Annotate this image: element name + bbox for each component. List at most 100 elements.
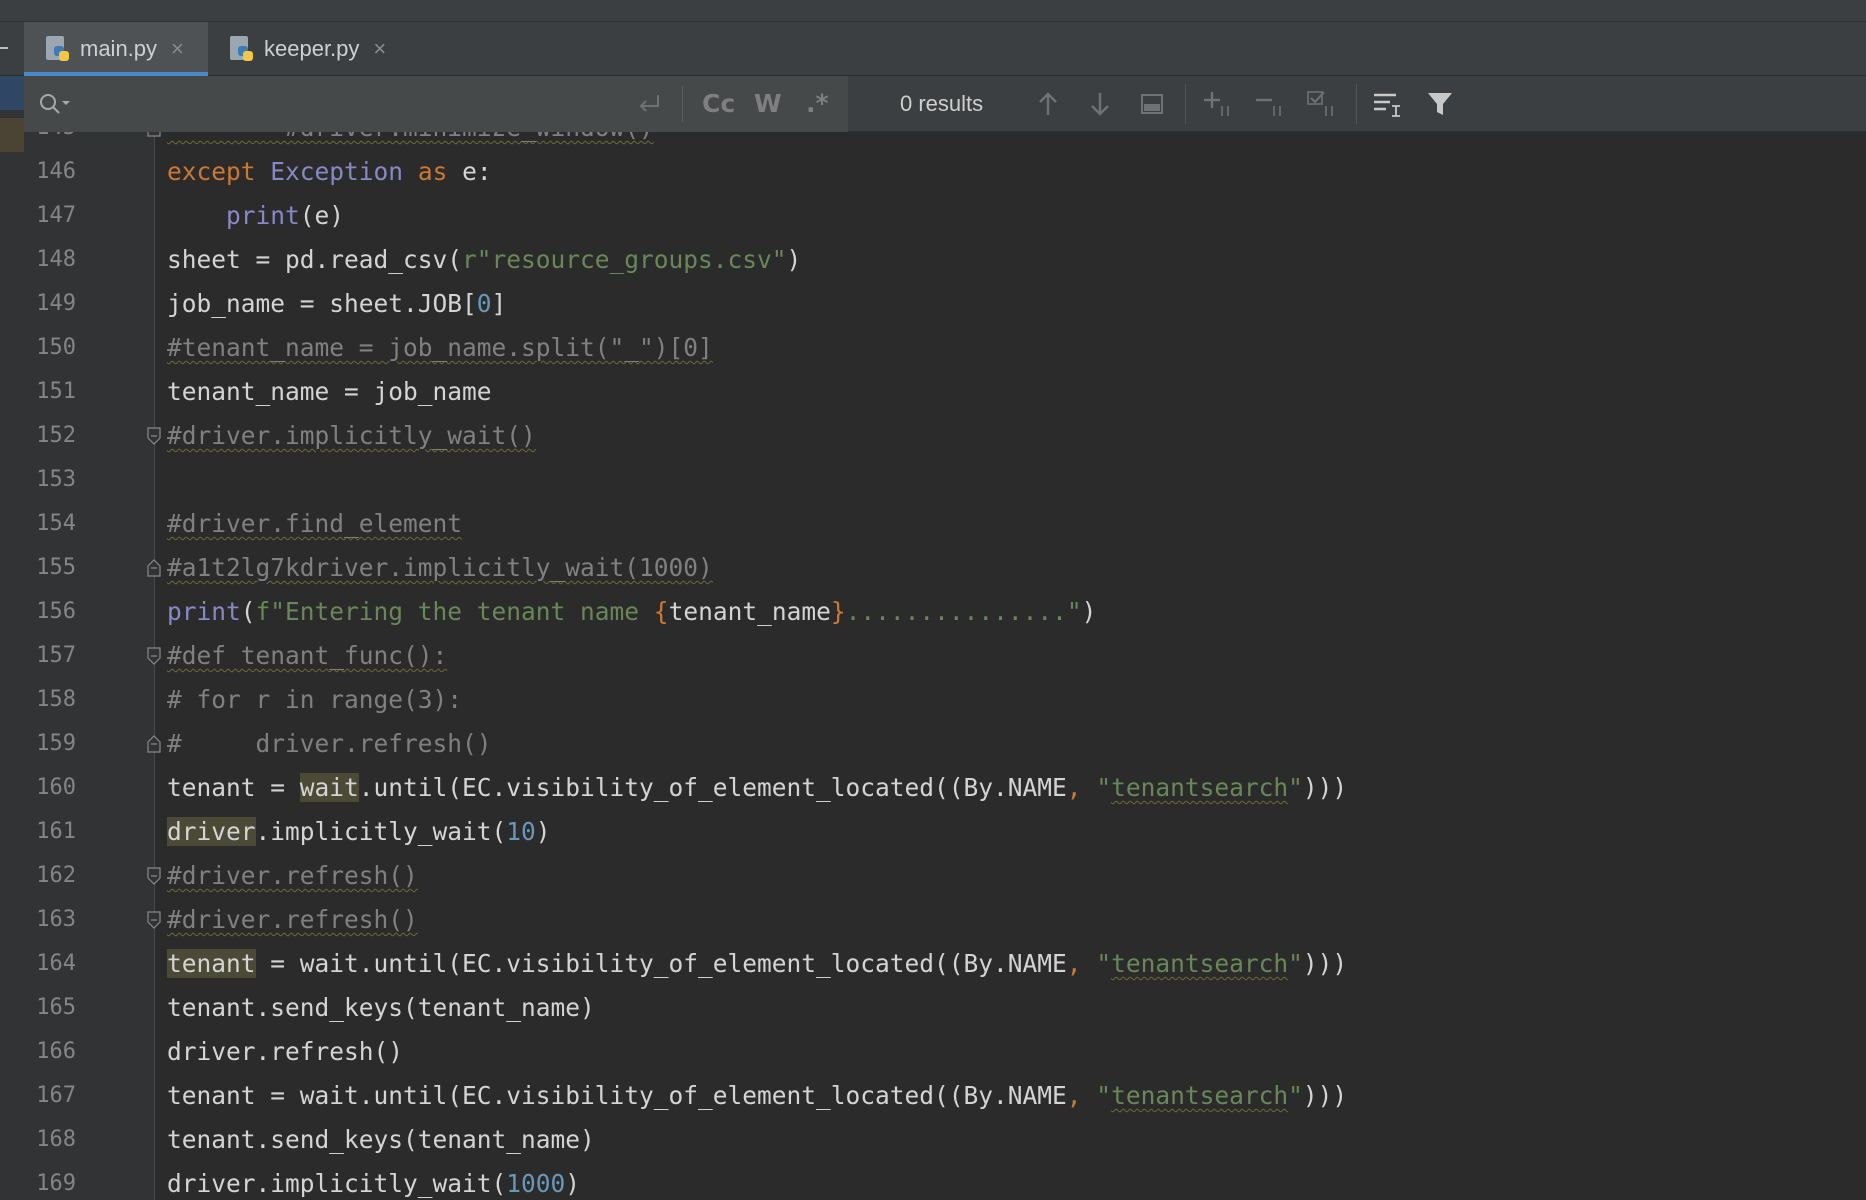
code-token: tenantsearch <box>1111 1081 1289 1110</box>
line-number: 158 <box>36 687 76 712</box>
code-line[interactable]: 153 <box>24 458 1866 502</box>
code-text: job_name = sheet.JOB[0] <box>167 282 506 326</box>
add-occurrence-icon[interactable] <box>1202 90 1234 118</box>
search-icon[interactable] <box>38 92 72 116</box>
code-line[interactable]: 155 #a1t2lg7kdriver.implicitly_wait(1000) <box>24 546 1866 590</box>
line-number: 153 <box>36 467 76 492</box>
code-editor[interactable]: 145 #driver.minimize_window() 146 except E… <box>24 132 1866 1200</box>
code-text: #driver.refresh() <box>167 854 418 898</box>
code-line[interactable]: 163 #driver.refresh() <box>24 898 1866 942</box>
code-text: print(f"Entering the tenant name {tenant… <box>167 590 1096 634</box>
code-token: ) <box>1081 597 1097 626</box>
code-line[interactable]: 147 print(e) <box>24 194 1866 238</box>
code-token: tenant = wait.until(EC.visibility_of_ele… <box>167 1081 1067 1110</box>
line-number: 149 <box>36 291 76 316</box>
code-line[interactable]: 151 tenant_name = job_name <box>24 370 1866 414</box>
code-line[interactable]: 156 print(f"Entering the tenant name {ten… <box>24 590 1866 634</box>
close-tab-icon[interactable]: × <box>171 36 184 62</box>
code-text: driver.implicitly_wait(10) <box>167 810 551 854</box>
code-token: , <box>1066 949 1082 978</box>
close-tab-icon[interactable]: × <box>373 36 386 62</box>
code-token: (e) <box>299 201 345 230</box>
exclude-occurrence-icon[interactable] <box>1306 90 1338 118</box>
code-token: driver.implicitly_wait( <box>167 1169 507 1198</box>
code-text: #driver.refresh() <box>167 898 418 942</box>
code-line[interactable]: 164 tenant = wait.until(EC.visibility_of_… <box>24 942 1866 986</box>
code-line[interactable]: 149 job_name = sheet.JOB[0] <box>24 282 1866 326</box>
code-token: sheet = pd.read_csv( <box>167 245 463 274</box>
fold-marker-icon[interactable] <box>146 647 162 665</box>
code-line[interactable]: 150 #tenant_name = job_name.split("_")[0] <box>24 326 1866 370</box>
code-text: #a1t2lg7kdriver.implicitly_wait(1000) <box>167 546 713 590</box>
code-token: tenantsearch <box>1111 773 1289 802</box>
separator <box>1356 84 1357 124</box>
line-number: 168 <box>36 1127 76 1152</box>
search-input[interactable]: Cc W .* <box>24 76 848 132</box>
code-token: , <box>1066 1081 1082 1110</box>
code-line[interactable]: 160 tenant = wait.until(EC.visibility_of_… <box>24 766 1866 810</box>
code-token: { <box>653 597 669 626</box>
code-line[interactable]: 167 tenant = wait.until(EC.visibility_of_… <box>24 1074 1866 1118</box>
code-token: # driver.refresh() <box>167 729 492 758</box>
code-text: #driver.minimize_window() <box>167 132 654 150</box>
code-text: except Exception as e: <box>167 150 492 194</box>
code-line[interactable]: 161 driver.implicitly_wait(10) <box>24 810 1866 854</box>
code-line[interactable]: 162 #driver.refresh() <box>24 854 1866 898</box>
previous-occurrence-icon[interactable] <box>1032 90 1064 118</box>
code-token: ..............." <box>845 597 1082 626</box>
python-file-icon <box>44 36 70 62</box>
tab-keeper-py[interactable]: keeper.py × <box>208 22 404 76</box>
remove-occurrence-icon[interactable] <box>1254 90 1286 118</box>
line-number: 150 <box>36 335 76 360</box>
code-line[interactable]: 148 sheet = pd.read_csv(r"resource_groups… <box>24 238 1866 282</box>
code-token: " <box>1288 1081 1303 1110</box>
next-occurrence-icon[interactable] <box>1084 90 1116 118</box>
code-line[interactable]: 154 #driver.find_element <box>24 502 1866 546</box>
code-token: e: <box>447 157 492 186</box>
fold-marker-icon[interactable] <box>146 427 162 445</box>
code-token: 10 <box>506 817 536 846</box>
line-number: 151 <box>36 379 76 404</box>
python-file-icon <box>228 36 254 62</box>
code-token: ) <box>786 245 802 274</box>
filter-icon[interactable] <box>1424 90 1456 118</box>
code-line[interactable]: 168 tenant.send_keys(tenant_name) <box>24 1118 1866 1162</box>
code-text: driver.implicitly_wait(1000) <box>167 1162 580 1200</box>
code-token: ) <box>565 1169 581 1198</box>
new-line-icon[interactable] <box>634 92 664 116</box>
code-line[interactable]: 145 #driver.minimize_window() <box>24 132 1866 150</box>
code-token: print <box>167 597 241 626</box>
fold-marker-icon[interactable] <box>146 735 162 753</box>
code-line[interactable]: 166 driver.refresh() <box>24 1030 1866 1074</box>
regex-toggle[interactable]: .* <box>806 76 829 132</box>
tab-label: main.py <box>80 36 158 61</box>
filter-search-results-icon[interactable] <box>1372 90 1404 118</box>
tab-main-py[interactable]: main.py × <box>24 22 208 76</box>
code-text: #tenant_name = job_name.split("_")[0] <box>167 326 713 370</box>
line-number: 160 <box>36 775 76 800</box>
separator <box>1185 84 1186 124</box>
fold-marker-icon[interactable] <box>146 911 162 929</box>
code-line[interactable]: 165 tenant.send_keys(tenant_name) <box>24 986 1866 1030</box>
fold-marker-icon[interactable] <box>146 132 162 137</box>
fold-marker-icon[interactable] <box>146 867 162 885</box>
code-token: ))) <box>1302 949 1348 978</box>
code-line[interactable]: 169 driver.implicitly_wait(1000) <box>24 1162 1866 1200</box>
line-number: 152 <box>36 423 76 448</box>
code-line[interactable]: 159 # driver.refresh() <box>24 722 1866 766</box>
select-all-occurrences-icon[interactable] <box>1136 90 1168 118</box>
collapse-dash-icon[interactable] <box>0 47 8 49</box>
code-line[interactable]: 152 #driver.implicitly_wait() <box>24 414 1866 458</box>
tool-window-strip <box>0 76 24 1200</box>
fold-marker-icon[interactable] <box>146 559 162 577</box>
code-line[interactable]: 157 #def tenant_func(): <box>24 634 1866 678</box>
code-line[interactable]: 158 # for r in range(3): <box>24 678 1866 722</box>
whole-words-toggle[interactable]: W <box>754 76 782 132</box>
code-text: print(e) <box>167 194 344 238</box>
code-line[interactable]: 146 except Exception as e: <box>24 150 1866 194</box>
match-case-toggle[interactable]: Cc <box>702 76 735 132</box>
line-number: 156 <box>36 599 76 624</box>
code-token: " <box>1288 773 1303 802</box>
